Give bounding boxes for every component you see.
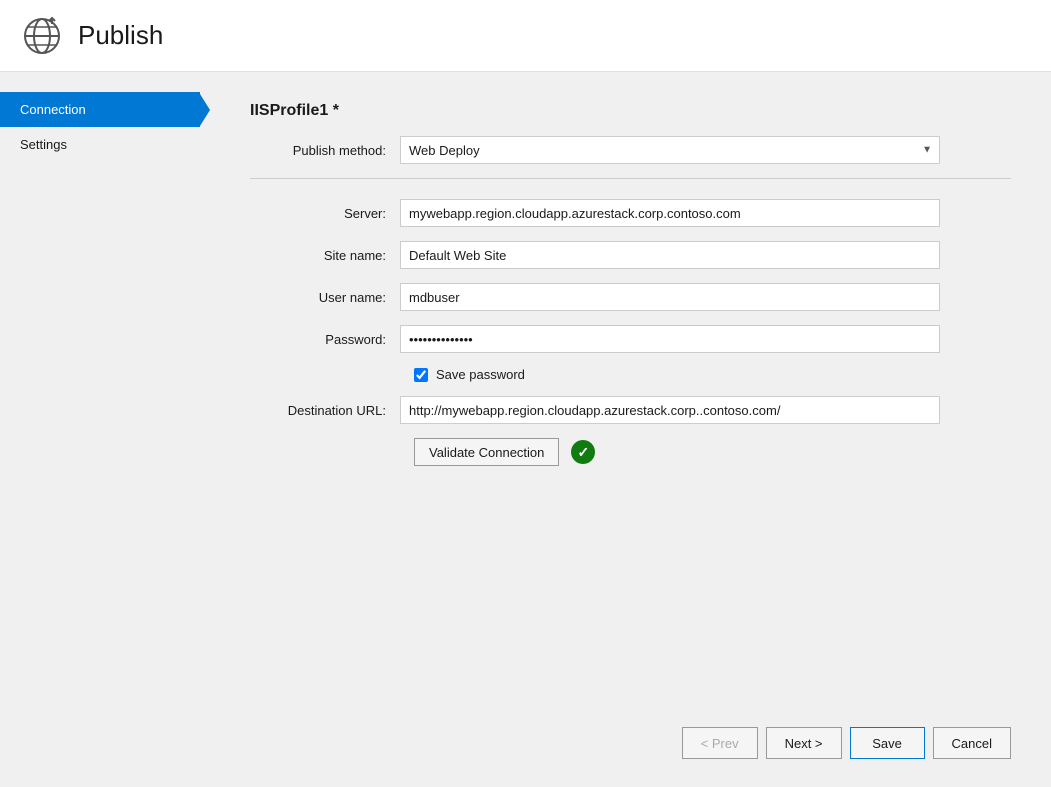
page-title: Publish bbox=[78, 20, 163, 51]
form-section: Publish method: Web Deploy Web Deploy Pa… bbox=[250, 136, 1011, 711]
user-name-row: User name: bbox=[250, 283, 1011, 311]
destination-url-row: Destination URL: bbox=[250, 396, 1011, 424]
save-password-label[interactable]: Save password bbox=[436, 367, 525, 382]
prev-button[interactable]: < Prev bbox=[682, 727, 758, 759]
cancel-button[interactable]: Cancel bbox=[933, 727, 1011, 759]
publish-method-select-wrapper: Web Deploy Web Deploy Package FTP File S… bbox=[400, 136, 940, 164]
validate-connection-row: Validate Connection ✓ bbox=[414, 438, 1011, 466]
sidebar: Connection Settings bbox=[0, 72, 200, 787]
content-area: IISProfile1 * Publish method: Web Deploy… bbox=[200, 72, 1051, 787]
publish-globe-icon bbox=[20, 14, 64, 58]
site-name-row: Site name: bbox=[250, 241, 1011, 269]
save-password-checkbox[interactable] bbox=[414, 368, 428, 382]
server-input[interactable] bbox=[400, 199, 940, 227]
next-button[interactable]: Next > bbox=[766, 727, 842, 759]
sidebar-item-settings[interactable]: Settings bbox=[0, 127, 200, 162]
user-name-label: User name: bbox=[250, 290, 400, 305]
validation-check-icon: ✓ bbox=[571, 440, 595, 464]
site-name-label: Site name: bbox=[250, 248, 400, 263]
server-row: Server: bbox=[250, 199, 1011, 227]
publish-method-select[interactable]: Web Deploy Web Deploy Package FTP File S… bbox=[400, 136, 940, 164]
save-button[interactable]: Save bbox=[850, 727, 925, 759]
form-divider bbox=[250, 178, 1011, 179]
main-layout: Connection Settings IISProfile1 * Publis… bbox=[0, 72, 1051, 787]
publish-method-row: Publish method: Web Deploy Web Deploy Pa… bbox=[250, 136, 1011, 164]
destination-url-label: Destination URL: bbox=[250, 403, 400, 418]
server-label: Server: bbox=[250, 206, 400, 221]
publish-method-label: Publish method: bbox=[250, 143, 400, 158]
validate-connection-button[interactable]: Validate Connection bbox=[414, 438, 559, 466]
save-password-row: Save password bbox=[414, 367, 1011, 382]
user-name-input[interactable] bbox=[400, 283, 940, 311]
sidebar-item-connection[interactable]: Connection bbox=[0, 92, 200, 127]
footer-buttons: < Prev Next > Save Cancel bbox=[250, 711, 1011, 767]
site-name-input[interactable] bbox=[400, 241, 940, 269]
password-input[interactable] bbox=[400, 325, 940, 353]
profile-title: IISProfile1 * bbox=[250, 102, 1011, 120]
header: Publish bbox=[0, 0, 1051, 72]
password-label: Password: bbox=[250, 332, 400, 347]
destination-url-input[interactable] bbox=[400, 396, 940, 424]
password-row: Password: bbox=[250, 325, 1011, 353]
validation-success-indicator: ✓ bbox=[571, 440, 595, 464]
